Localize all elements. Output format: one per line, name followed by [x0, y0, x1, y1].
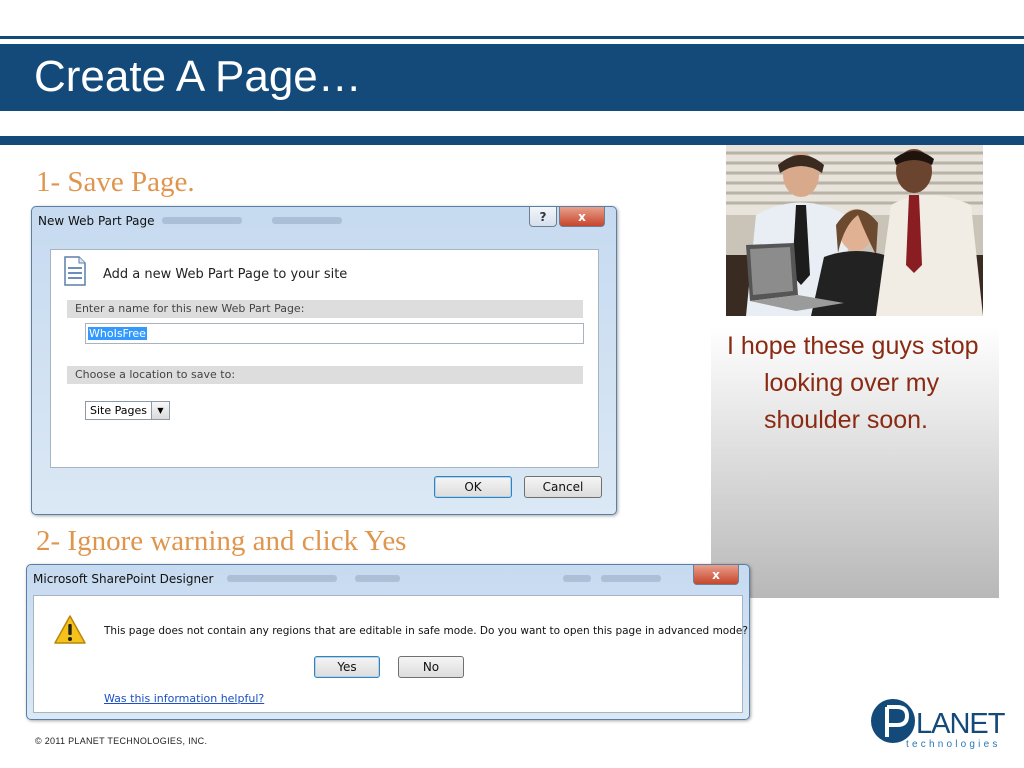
- blurred-title-text: [601, 575, 661, 582]
- page-name-value: WhoIsFree: [88, 327, 147, 340]
- people-photo: [726, 145, 983, 316]
- photo-caption: I hope these guys stop looking over my s…: [727, 332, 979, 434]
- warning-message: This page does not contain any regions t…: [104, 625, 748, 637]
- dialog-content: This page does not contain any regions t…: [33, 595, 748, 713]
- name-section-header: Enter a name for this new Web Part Page:: [67, 300, 583, 318]
- blurred-title-text: [227, 575, 337, 582]
- page-name-input[interactable]: WhoIsFree: [85, 323, 584, 344]
- chevron-down-icon[interactable]: ▼: [150, 402, 169, 419]
- help-button[interactable]: ?: [529, 207, 557, 227]
- location-select[interactable]: Site Pages ▼: [85, 401, 170, 420]
- ok-button[interactable]: OK: [434, 476, 512, 498]
- dialog-heading: Add a new Web Part Page to your site: [103, 267, 348, 282]
- dialog-content: Add a new Web Part Page to your site Ent…: [50, 249, 599, 468]
- sharepoint-designer-warning-dialog: Microsoft SharePoint Designer x This pag…: [26, 564, 750, 720]
- new-web-part-page-dialog: New Web Part Page ? x Add a new Web Part…: [31, 206, 617, 515]
- logo-wordmark: LANET: [916, 708, 1005, 740]
- help-feedback-link[interactable]: Was this information helpful?: [104, 692, 264, 705]
- document-icon: [64, 256, 86, 286]
- step-1-label: 1- Save Page.: [36, 166, 195, 198]
- yes-button[interactable]: Yes: [314, 656, 380, 678]
- title-bottom-rule: [0, 136, 1024, 145]
- dialog-titlebar[interactable]: New Web Part Page ? x: [32, 207, 616, 237]
- location-section-header: Choose a location to save to:: [67, 366, 583, 384]
- logo-tagline: technologies: [906, 739, 1001, 750]
- close-button[interactable]: x: [693, 565, 739, 585]
- step-2-label: 2- Ignore warning and click Yes: [36, 525, 407, 557]
- dialog-title: New Web Part Page: [38, 214, 155, 228]
- dialog-title: Microsoft SharePoint Designer: [33, 572, 214, 586]
- blurred-title-text: [355, 575, 400, 582]
- blurred-title-text: [272, 217, 342, 224]
- dialog-titlebar[interactable]: Microsoft SharePoint Designer x: [27, 565, 749, 595]
- top-rule: [0, 36, 1024, 39]
- warning-icon: [54, 615, 86, 644]
- blurred-title-text: [563, 575, 591, 582]
- cancel-button[interactable]: Cancel: [524, 476, 602, 498]
- slide-title: Create A Page…: [34, 52, 362, 101]
- close-button[interactable]: x: [559, 207, 605, 227]
- blurred-title-text: [162, 217, 242, 224]
- location-value: Site Pages: [90, 404, 147, 417]
- copyright-footer: © 2011 PLANET TECHNOLOGIES, INC.: [35, 736, 208, 746]
- no-button[interactable]: No: [398, 656, 464, 678]
